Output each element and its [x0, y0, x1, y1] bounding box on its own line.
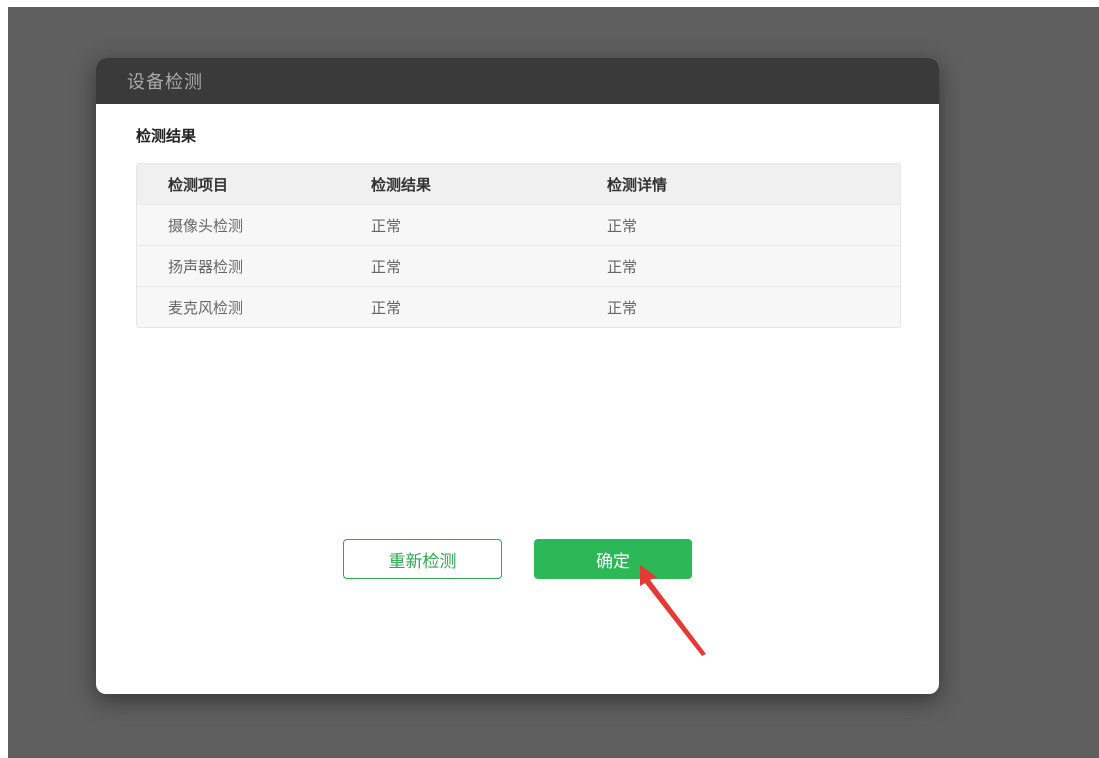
cell-detail: 正常	[607, 257, 638, 276]
dialog-header: 设备检测	[96, 58, 939, 104]
cell-item: 麦克风检测	[168, 298, 244, 317]
cell-detail: 正常	[607, 216, 638, 235]
table-header-row: 检测项目 检测结果 检测详情	[137, 164, 900, 204]
table-row-camera: 摄像头检测 正常 正常	[137, 204, 900, 245]
dialog-title: 设备检测	[127, 72, 203, 93]
cell-item: 扬声器检测	[168, 257, 244, 276]
section-title: 检测结果	[136, 127, 197, 145]
cell-detail: 正常	[607, 298, 638, 317]
cell-result: 正常	[371, 257, 402, 276]
device-check-dialog: 设备检测 检测结果 检测项目 检测结果 检测详情 摄像头检测 正常 正常 扬声器…	[96, 58, 939, 694]
column-header-result: 检测结果	[371, 175, 432, 194]
cell-result: 正常	[371, 298, 402, 317]
table-row-microphone: 麦克风检测 正常 正常	[137, 286, 900, 327]
cell-result: 正常	[371, 216, 402, 235]
confirm-button[interactable]: 确定	[534, 539, 692, 579]
column-header-detail: 检测详情	[607, 175, 668, 194]
cell-item: 摄像头检测	[168, 216, 244, 235]
result-table: 检测项目 检测结果 检测详情 摄像头检测 正常 正常 扬声器检测 正常 正常 麦…	[136, 163, 901, 328]
retest-button[interactable]: 重新检测	[343, 539, 502, 579]
table-row-speaker: 扬声器检测 正常 正常	[137, 245, 900, 286]
column-header-item: 检测项目	[168, 175, 229, 194]
